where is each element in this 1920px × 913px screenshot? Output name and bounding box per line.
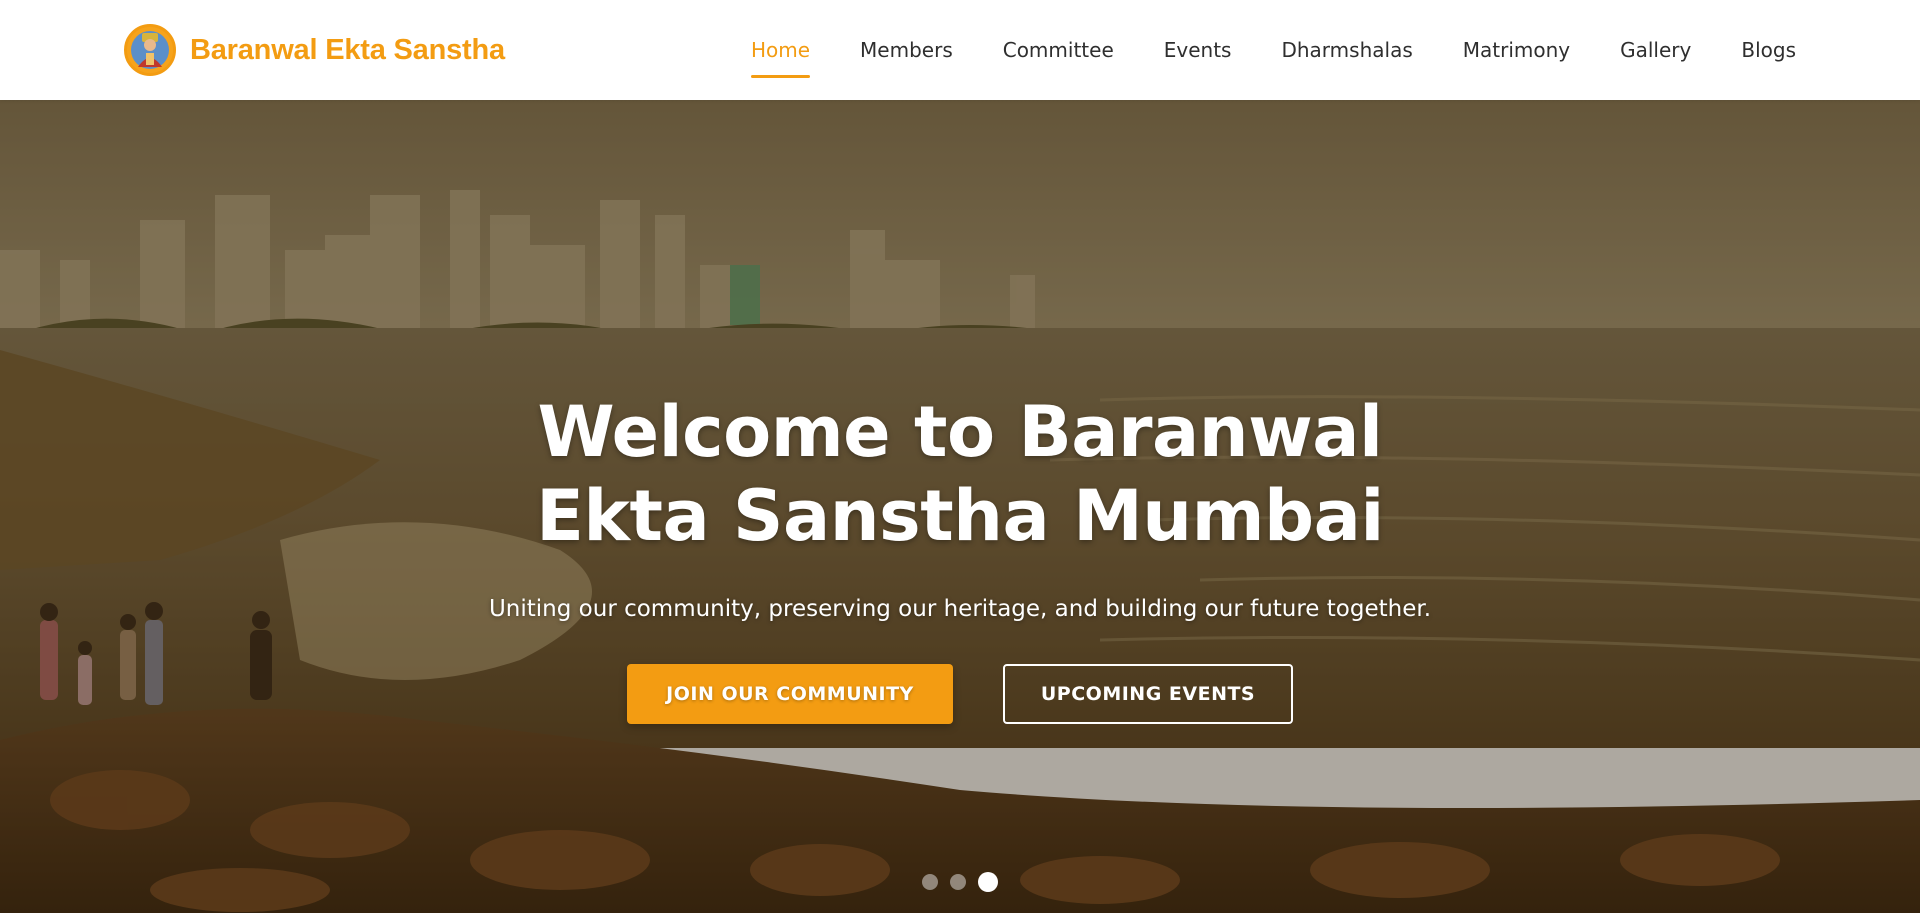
logo-emblem-icon <box>124 24 176 76</box>
nav-item-committee[interactable]: Committee <box>1003 0 1114 100</box>
join-community-button[interactable]: JOIN OUR COMMUNITY <box>627 664 953 724</box>
hero-title: Welcome to Baranwal Ekta Sanstha Mumbai <box>536 391 1384 557</box>
carousel-dot-1[interactable] <box>922 874 938 890</box>
nav-item-matrimony[interactable]: Matrimony <box>1463 0 1570 100</box>
hero-carousel: Welcome to Baranwal Ekta Sanstha Mumbai … <box>0 100 1920 913</box>
main-nav: Home Members Committee Events Dharmshala… <box>750 0 1796 100</box>
carousel-dots <box>0 872 1920 892</box>
hero-subtitle: Uniting our community, preserving our he… <box>488 596 1432 622</box>
nav-item-members[interactable]: Members <box>860 0 953 100</box>
hero-content: Welcome to Baranwal Ekta Sanstha Mumbai … <box>0 390 1920 724</box>
nav-item-dharmshalas[interactable]: Dharmshalas <box>1281 0 1412 100</box>
brand-link[interactable]: Baranwal Ekta Sanstha <box>124 24 505 76</box>
hero-buttons: JOIN OUR COMMUNITY UPCOMING EVENTS <box>0 664 1920 724</box>
brand-name: Baranwal Ekta Sanstha <box>190 33 505 66</box>
nav-item-gallery[interactable]: Gallery <box>1620 0 1691 100</box>
nav-item-events[interactable]: Events <box>1164 0 1232 100</box>
carousel-dot-3[interactable] <box>978 872 998 892</box>
nav-item-home[interactable]: Home <box>750 0 811 100</box>
nav-item-blogs[interactable]: Blogs <box>1741 0 1796 100</box>
upcoming-events-button[interactable]: UPCOMING EVENTS <box>1003 664 1293 724</box>
carousel-dot-2[interactable] <box>950 874 966 890</box>
site-header: Baranwal Ekta Sanstha Home Members Commi… <box>0 0 1920 100</box>
